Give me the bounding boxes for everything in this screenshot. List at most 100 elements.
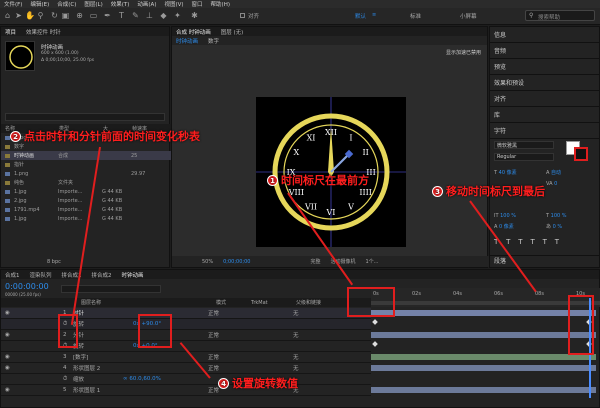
layer-prop-scale[interactable]: ⏱ 缩放 ∞ 60.0,60.0% (1, 374, 371, 385)
quality-select[interactable]: 完整 (310, 258, 320, 265)
timeline-tab-clock[interactable]: 时钟动画 (122, 271, 144, 279)
text-style-buttons[interactable]: TTTTTT (494, 238, 567, 246)
align-checkbox[interactable] (240, 13, 245, 18)
tab-project[interactable]: 项目 (5, 28, 16, 36)
viewer-timecode[interactable]: 0;00;00;00 (223, 259, 250, 265)
subtab-numbers[interactable]: 数字 (208, 37, 219, 45)
panel-info[interactable]: 信息 (490, 27, 599, 43)
layer-row-numbers[interactable]: ◉ 3 [数字] 正常无 (1, 352, 371, 363)
col-parent[interactable]: 父级和链接 (296, 299, 321, 306)
horizontal-scale-field[interactable]: T 100 % (546, 213, 567, 219)
tsume-field[interactable]: あ 0 % (546, 223, 562, 230)
clone-tool-icon[interactable]: ⊥ (145, 11, 154, 20)
track-bar-numbers[interactable] (371, 354, 596, 360)
puppet-tool-icon[interactable]: ✱ (190, 11, 199, 20)
highlight-time-ruler-end (568, 295, 594, 355)
stopwatch-icon: ⏱ (63, 375, 68, 382)
subtab-clock[interactable]: 时钟动画 (176, 37, 198, 45)
hour-hand (330, 154, 349, 173)
panel-audio[interactable]: 音频 (490, 43, 599, 59)
menu-window[interactable]: 窗口 (192, 0, 203, 8)
track-bar-hour[interactable] (371, 310, 596, 316)
hand-tool-icon[interactable]: ✋ (25, 11, 35, 20)
track-bar-shape2[interactable] (371, 365, 596, 371)
layer-row-minute[interactable]: ◉ 2 分针 正常无 (1, 330, 371, 341)
brush-tool-icon[interactable]: ✎ (131, 11, 140, 20)
col-mode[interactable]: 模式 (216, 299, 251, 306)
tab-layer[interactable]: 图层 (无) (221, 28, 244, 36)
list-item[interactable]: 1.jpg Importe... G 44 KB (1, 187, 171, 196)
home-icon[interactable]: ⌂ (3, 11, 12, 20)
workspace-default[interactable]: 默认 (355, 12, 366, 20)
col-trkmat[interactable]: TrkMat (251, 300, 296, 306)
timeline-tab-comp1[interactable]: 合成1 (5, 271, 20, 279)
keyframe-minute-start[interactable] (372, 341, 378, 347)
menu-view[interactable]: 视图(V) (164, 0, 183, 8)
layer-row-hour[interactable]: ◉ 1 时针 正常无 (1, 308, 371, 319)
track-bar-minute[interactable] (371, 332, 596, 338)
layer-row-shape2[interactable]: ◉ 4 形状图层 2 正常无 (1, 363, 371, 374)
pen-tool-icon[interactable]: ✒ (103, 11, 112, 20)
pan-behind-tool-icon[interactable]: ⊕ (75, 11, 84, 20)
font-size-field[interactable]: T 40 像素 (494, 169, 517, 176)
list-item[interactable]: 时钟动画 合成 25 (1, 151, 171, 160)
menu-file[interactable]: 文件(F) (4, 0, 22, 8)
menu-layer[interactable]: 图层(L) (84, 0, 102, 8)
workspace-standard[interactable]: 标准 (410, 12, 421, 20)
tab-effect-controls[interactable]: 效果控件 时针 (26, 28, 61, 36)
selection-tool-icon[interactable]: ➤ (14, 11, 23, 20)
list-item[interactable]: 2.jpg Importe... G 44 KB (1, 196, 171, 205)
font-style-select[interactable]: Regular (494, 153, 554, 161)
list-item[interactable]: 1.jpg Importe... G 44 KB (1, 214, 171, 223)
views-select[interactable]: 1个... (365, 258, 378, 265)
time-ruler[interactable]: 0s 02s 04s 06s 08s 10s (371, 288, 600, 307)
zoom-select[interactable]: 50% (202, 259, 213, 265)
timeline-timecode[interactable]: 0:00:00:00 (5, 282, 49, 291)
eraser-tool-icon[interactable]: ◆ (159, 11, 168, 20)
keyframe-hour-start[interactable] (372, 319, 378, 325)
menu-help[interactable]: 帮助(H) (211, 0, 230, 8)
list-item[interactable]: 1.png 29.97 (1, 169, 171, 178)
track-bar-shape1[interactable] (371, 387, 596, 393)
layer-prop-rotation-hour[interactable]: ⏱ 旋转 0x +90.0° (1, 319, 371, 330)
rectangle-tool-icon[interactable]: ▭ (89, 11, 98, 20)
list-item[interactable]: 1791.mp4 Importe... G 44 KB (1, 205, 171, 214)
col-layer-name[interactable]: 图层名称 (81, 299, 181, 306)
panel-character[interactable]: 字符 (490, 123, 599, 139)
stroke-color-swatch[interactable] (574, 147, 588, 161)
menu-edit[interactable]: 编辑(E) (30, 0, 49, 8)
search-help-field[interactable]: ⚲ 搜索帮助 (525, 10, 595, 21)
panel-paragraph[interactable]: 段落 (490, 255, 600, 267)
timeline-tab-render[interactable]: 渲染队列 (30, 271, 52, 279)
timeline-tab-pre2[interactable]: 拼合成2 (92, 271, 112, 279)
project-search-input[interactable] (5, 113, 165, 121)
rotate-tool-icon[interactable]: ↻ (50, 11, 59, 20)
roto-tool-icon[interactable]: ✦ (173, 11, 182, 20)
panel-preview[interactable]: 预览 (490, 59, 599, 75)
font-family-select[interactable]: 微软雅黑 (494, 141, 554, 149)
list-item[interactable]: 纯色 文件夹 (1, 178, 171, 187)
panel-align[interactable]: 对齐 (490, 91, 599, 107)
zoom-tool-icon[interactable]: ⚲ (36, 11, 45, 20)
vertical-scale-field[interactable]: IT 100 % (494, 213, 516, 219)
bpc-label[interactable]: 8 bpc (47, 259, 61, 265)
comp-info-size: 600 x 600 (1.00) (41, 51, 79, 56)
panel-library[interactable]: 库 (490, 107, 599, 123)
tracking-field[interactable]: VA 0 (546, 181, 557, 187)
leading-field[interactable]: A 自动 (546, 169, 561, 176)
text-tool-icon[interactable]: T (117, 11, 126, 20)
panel-effects-presets[interactable]: 效果和预设 (490, 75, 599, 91)
toolbar: ⌂ ➤ ✋ ⚲ ↻ ▣ ⊕ ▭ ✒ T ✎ ⊥ ◆ ✦ ✱ 对齐 默认 ≡ 标准… (0, 8, 600, 25)
baseline-field[interactable]: A 0 像素 (494, 223, 514, 230)
work-area-bar[interactable] (371, 301, 600, 305)
camera-tool-icon[interactable]: ▣ (61, 11, 70, 20)
menu-effect[interactable]: 效果(T) (111, 0, 130, 8)
menu-animation[interactable]: 动画(A) (137, 0, 156, 8)
tab-comp[interactable]: 合成 时钟动画 (176, 28, 211, 36)
workspace-small[interactable]: 小屏幕 (460, 12, 477, 20)
list-item[interactable]: 指针 (1, 160, 171, 169)
workspace-menu-icon[interactable]: ≡ (372, 12, 376, 18)
menu-composition[interactable]: 合成(C) (57, 0, 76, 8)
step-badge-2: 2 (10, 130, 21, 142)
layer-row-shape1[interactable]: ◉ 5 形状图层 1 正常无 (1, 385, 371, 396)
